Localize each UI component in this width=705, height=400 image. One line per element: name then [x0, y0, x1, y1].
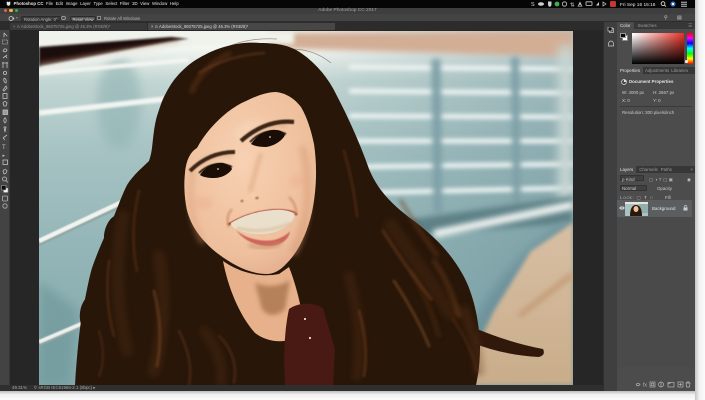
- svg-text:▸: ▸: [3, 153, 6, 159]
- svg-text:fx: fx: [643, 383, 647, 389]
- svg-text:T: T: [2, 145, 6, 151]
